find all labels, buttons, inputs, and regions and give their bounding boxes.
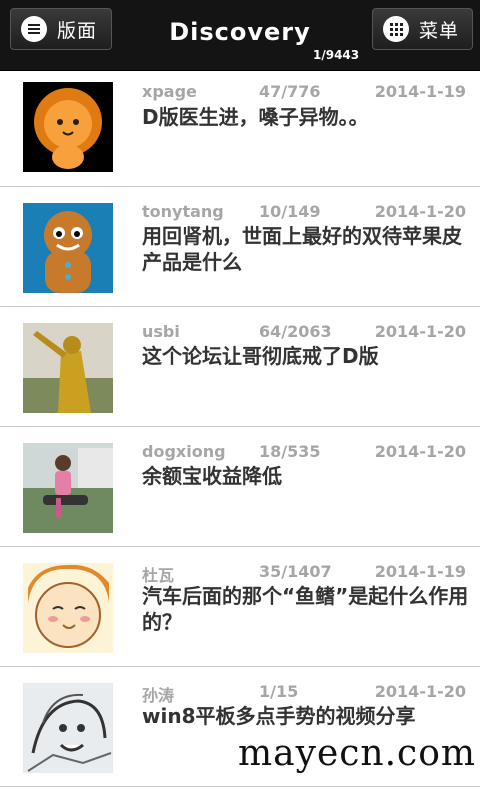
thread-date: 2014-1-19 [374, 562, 466, 581]
watermark-text: mayecn.com [238, 733, 477, 774]
thread-meta: xpage 47/776 2014-1-19 [142, 82, 466, 102]
thread-subject[interactable]: 这个论坛让哥彻底戒了D版 [142, 343, 470, 369]
thread-subject[interactable]: 余额宝收益降低 [142, 463, 470, 489]
thread-author: xpage [142, 82, 197, 101]
thread-date: 2014-1-20 [374, 322, 466, 341]
thread-reply-count: 47/776 [259, 82, 321, 101]
avatar [23, 683, 113, 773]
menu-button-label: 菜单 [419, 19, 460, 42]
thread-reply-count: 18/535 [259, 442, 321, 461]
menu-button[interactable]: 菜单 [372, 8, 473, 50]
avatar [23, 563, 113, 653]
thread-author: tonytang [142, 202, 224, 221]
thread-date: 2014-1-20 [374, 202, 466, 221]
avatar [23, 443, 113, 533]
grid-dots-icon [383, 16, 409, 42]
avatar [23, 82, 113, 172]
thread-list: xpage 47/776 2014-1-19 D版医生进，嗓子异物。。 tony… [0, 71, 480, 787]
thread-row[interactable]: xpage 47/776 2014-1-19 D版医生进，嗓子异物。。 [0, 71, 480, 187]
thread-row[interactable]: 杜瓦 35/1407 2014-1-19 汽车后面的那个“鱼鳍”是起什么作用的？ [0, 547, 480, 667]
thread-meta: 孙涛 1/15 2014-1-20 [142, 682, 466, 705]
thread-author: dogxiong [142, 442, 226, 461]
thread-meta: usbi 64/2063 2014-1-20 [142, 322, 466, 342]
thread-date: 2014-1-20 [374, 442, 466, 461]
thread-subject[interactable]: 用回肾机，世面上最好的双待苹果皮产品是什么 [142, 223, 470, 275]
thread-date: 2014-1-19 [374, 82, 466, 101]
thread-subject[interactable]: 汽车后面的那个“鱼鳍”是起什么作用的？ [142, 583, 470, 635]
page-counter: 1/9443 [313, 48, 360, 62]
thread-row[interactable]: dogxiong 18/535 2014-1-20 余额宝收益降低 [0, 427, 480, 547]
thread-meta: dogxiong 18/535 2014-1-20 [142, 442, 466, 462]
thread-subject[interactable]: D版医生进，嗓子异物。。 [142, 104, 470, 130]
thread-date: 2014-1-20 [374, 682, 466, 701]
thread-reply-count: 35/1407 [259, 562, 332, 581]
thread-reply-count: 64/2063 [259, 322, 332, 341]
avatar [23, 203, 113, 293]
thread-meta: 杜瓦 35/1407 2014-1-19 [142, 562, 466, 585]
avatar [23, 323, 113, 413]
thread-reply-count: 10/149 [259, 202, 321, 221]
thread-reply-count: 1/15 [259, 682, 299, 701]
thread-row[interactable]: tonytang 10/149 2014-1-20 用回肾机，世面上最好的双待苹… [0, 187, 480, 307]
thread-meta: tonytang 10/149 2014-1-20 [142, 202, 466, 222]
thread-subject[interactable]: win8平板多点手势的视频分享 [142, 703, 470, 729]
thread-row[interactable]: usbi 64/2063 2014-1-20 这个论坛让哥彻底戒了D版 [0, 307, 480, 427]
thread-author: usbi [142, 322, 180, 341]
top-bar: 版面 Discovery 1/9443 菜单 [0, 0, 480, 71]
